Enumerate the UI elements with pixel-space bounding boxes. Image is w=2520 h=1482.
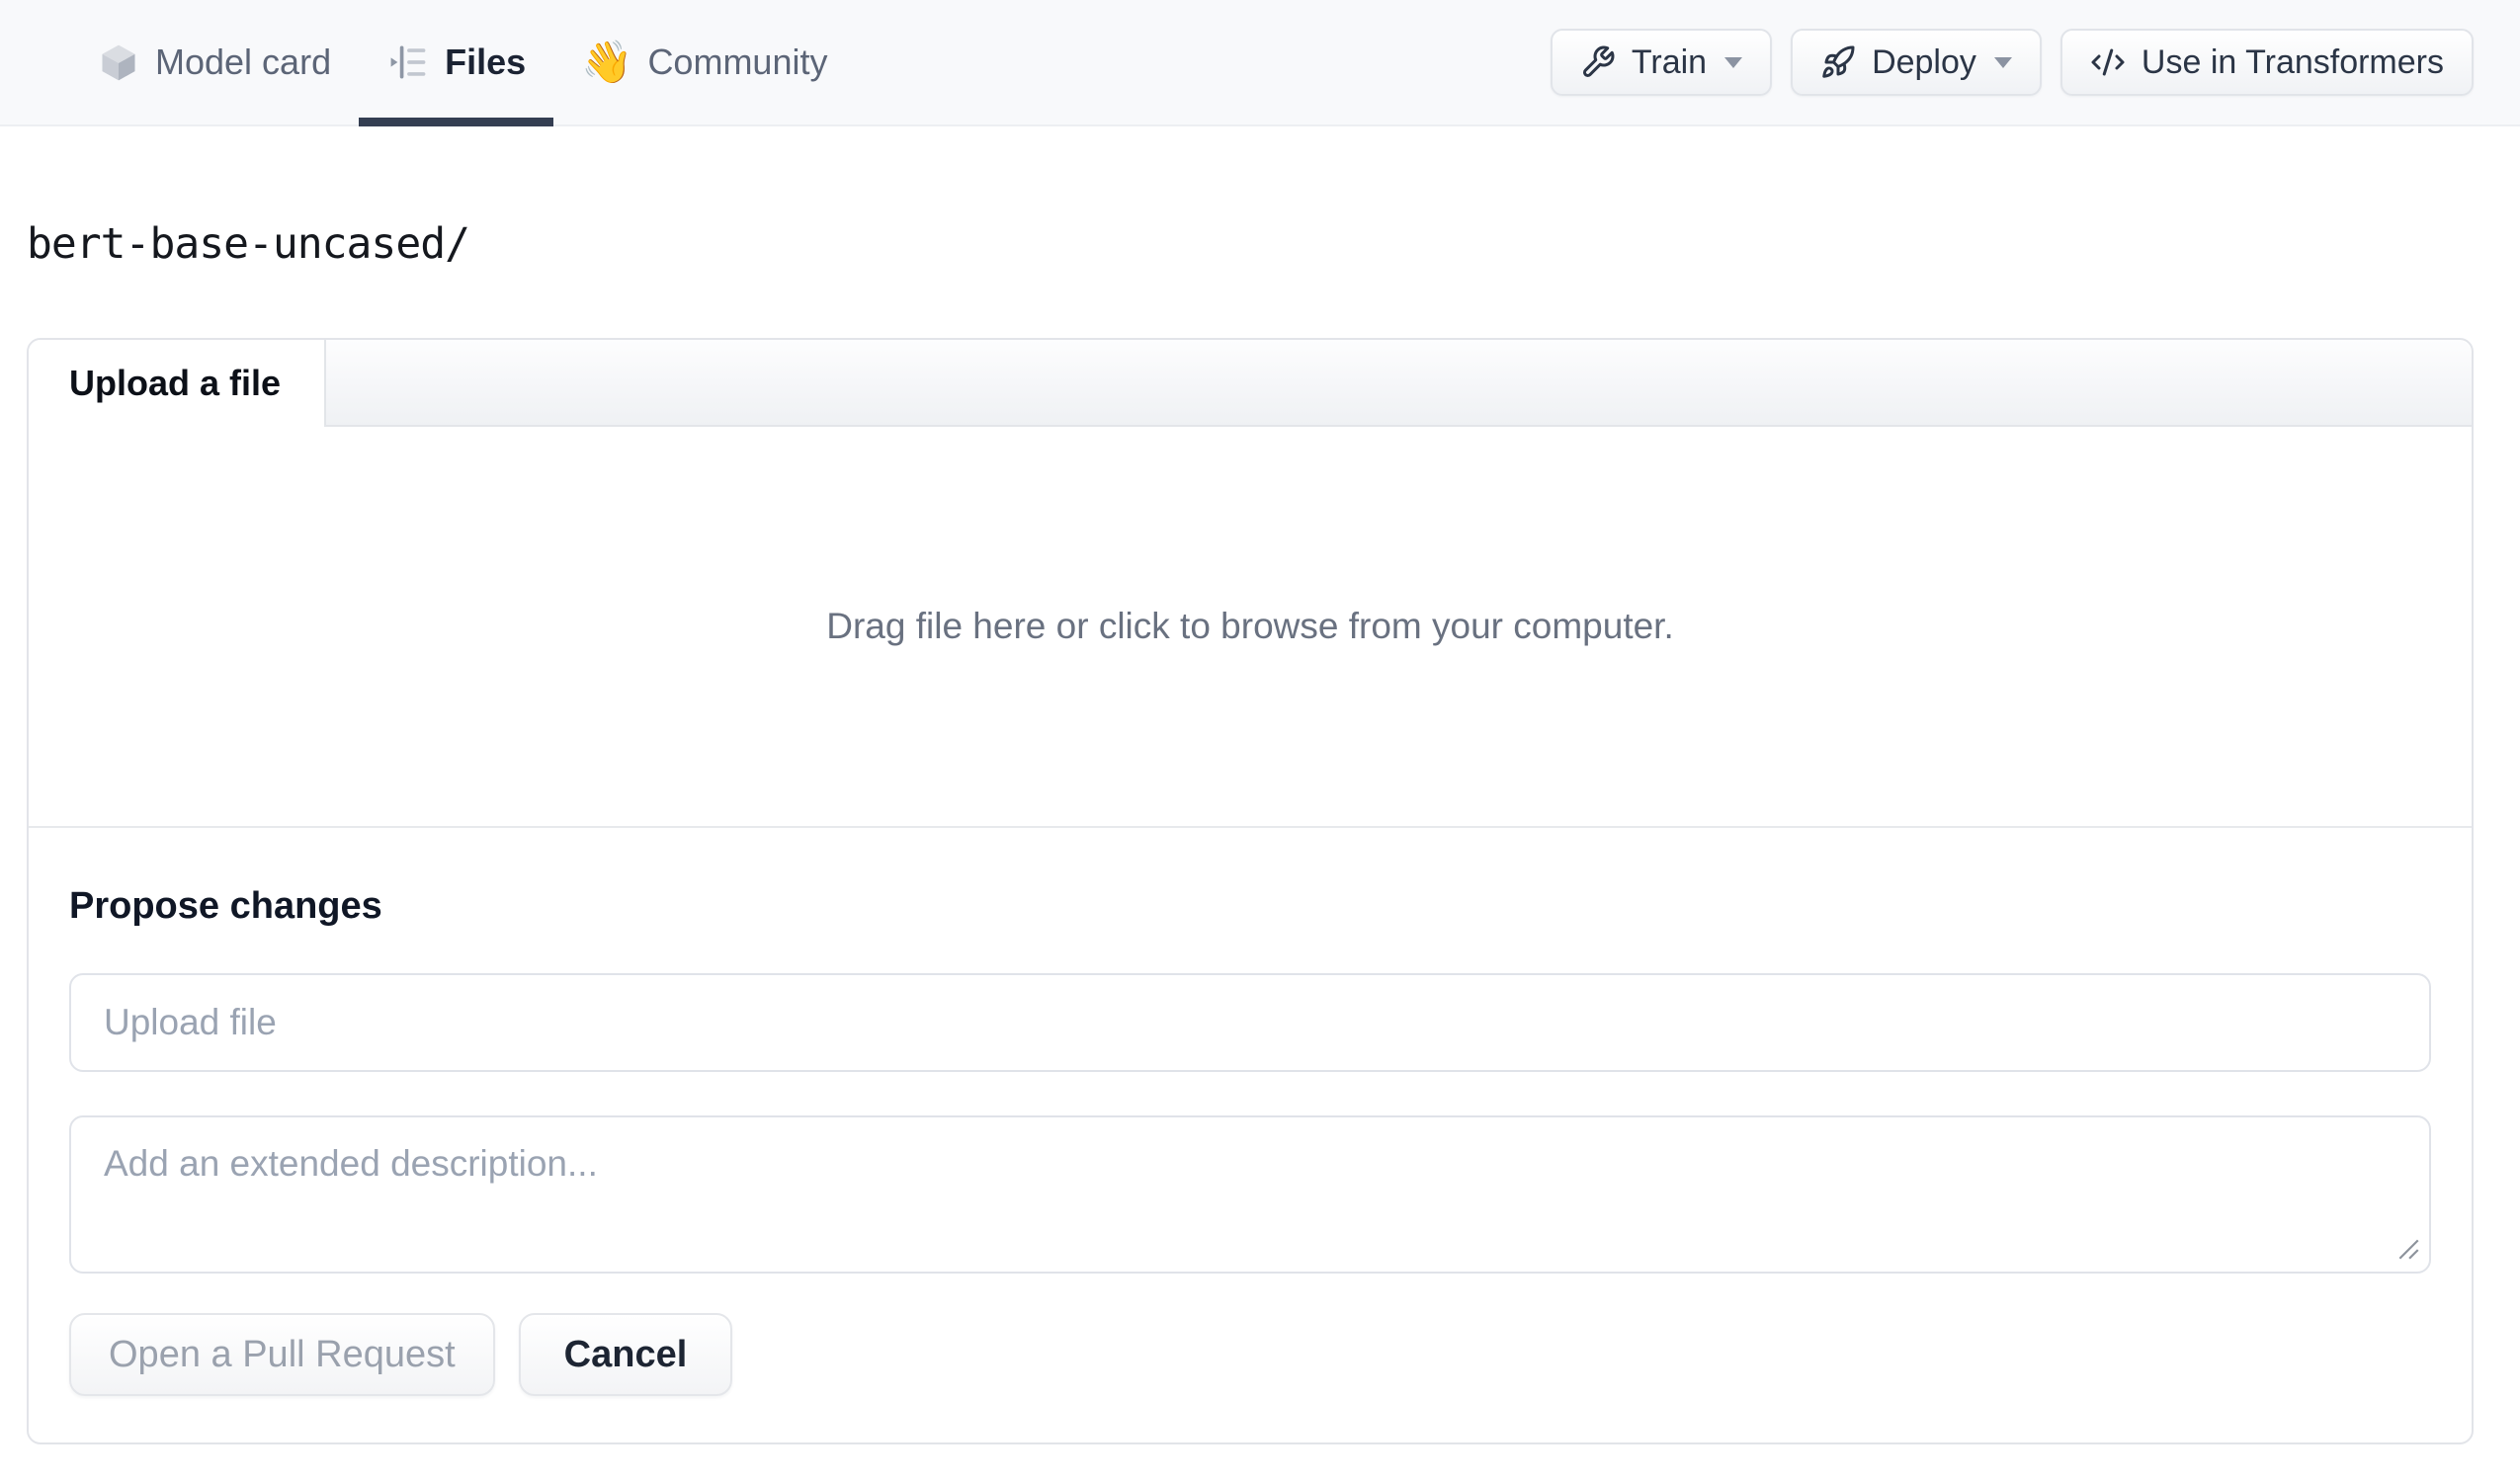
train-button-label: Train [1631,42,1708,81]
tab-model-card[interactable]: Model card [69,0,359,124]
repo-action-buttons: Train Deploy Use in Transformers [1550,0,2474,124]
open-pull-request-button[interactable]: Open a Pull Request [69,1313,495,1396]
cancel-button[interactable]: Cancel [518,1313,733,1396]
dropzone-hint-text: Drag file here or click to browse from y… [826,606,1674,646]
use-in-transformers-label: Use in Transformers [2141,42,2444,81]
page: Model card Files 👋 Community Train Deplo… [0,0,2520,1482]
caret-down-icon [1724,56,1743,68]
propose-changes-section: Propose changes Open a Pull Request Canc… [29,826,2472,1396]
tab-files[interactable]: Files [359,0,554,126]
file-versions-icon [390,45,426,79]
open-pull-request-label: Open a Pull Request [109,1333,456,1375]
propose-changes-heading: Propose changes [69,885,382,927]
tab-model-card-label: Model card [155,41,332,82]
code-icon [2091,48,2125,76]
description-field-wrapper [69,1115,2431,1274]
tab-upload-a-file[interactable]: Upload a file [29,340,326,427]
tab-upload-a-file-label: Upload a file [69,363,282,403]
tab-community[interactable]: 👋 Community [553,0,855,124]
tab-community-label: Community [647,41,828,82]
wrench-icon [1582,45,1615,77]
rocket-icon [1822,45,1855,78]
use-in-transformers-button[interactable]: Use in Transformers [2059,29,2474,96]
train-button[interactable]: Train [1550,29,1773,96]
extended-description-textarea[interactable] [69,1115,2431,1274]
tab-files-label: Files [445,41,527,82]
resize-grip-icon [2398,1239,2419,1260]
cube-icon [102,44,135,81]
textarea-resize-handle[interactable] [2395,1236,2421,1262]
upload-panel: Upload a file Drag file here or click to… [27,338,2474,1444]
propose-actions-row: Open a Pull Request Cancel [69,1313,2431,1396]
tabstrip-filler [326,340,2472,427]
repo-nav-bar: Model card Files 👋 Community Train Deplo… [0,0,2520,126]
upload-panel-tabstrip: Upload a file [29,340,2472,427]
file-dropzone[interactable]: Drag file here or click to browse from y… [29,427,2472,826]
repo-tabs: Model card Files 👋 Community [69,0,855,126]
deploy-button-label: Deploy [1872,42,1976,81]
deploy-button[interactable]: Deploy [1791,29,2042,96]
caret-down-icon [1993,56,2012,68]
breadcrumb[interactable]: bert-base-uncased/ [27,219,470,269]
upload-file-name-input[interactable] [69,973,2431,1072]
waving-hand-icon: 👋 [581,39,633,85]
cancel-label: Cancel [563,1333,688,1375]
